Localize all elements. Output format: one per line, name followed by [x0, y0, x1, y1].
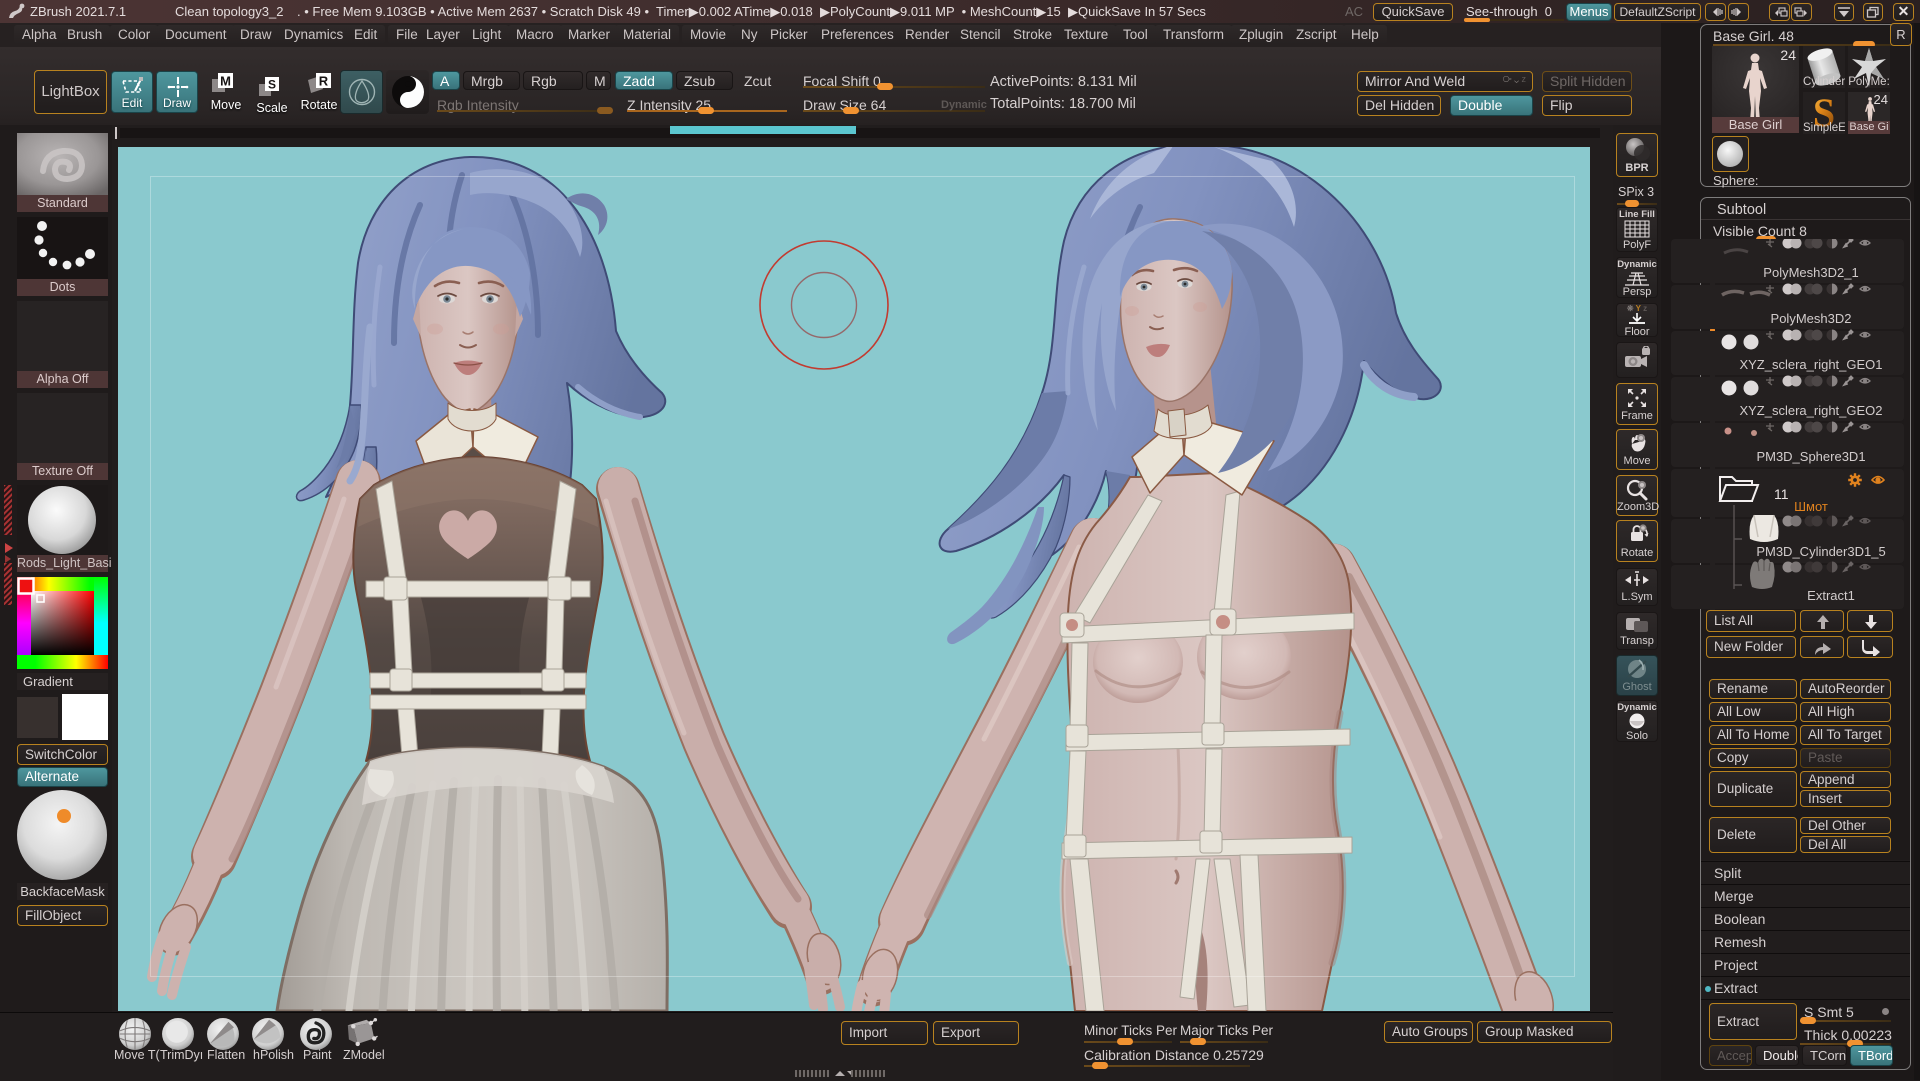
svg-text:S: S — [268, 78, 276, 92]
svg-text:R: R — [319, 74, 329, 89]
svg-text:M: M — [220, 74, 231, 89]
